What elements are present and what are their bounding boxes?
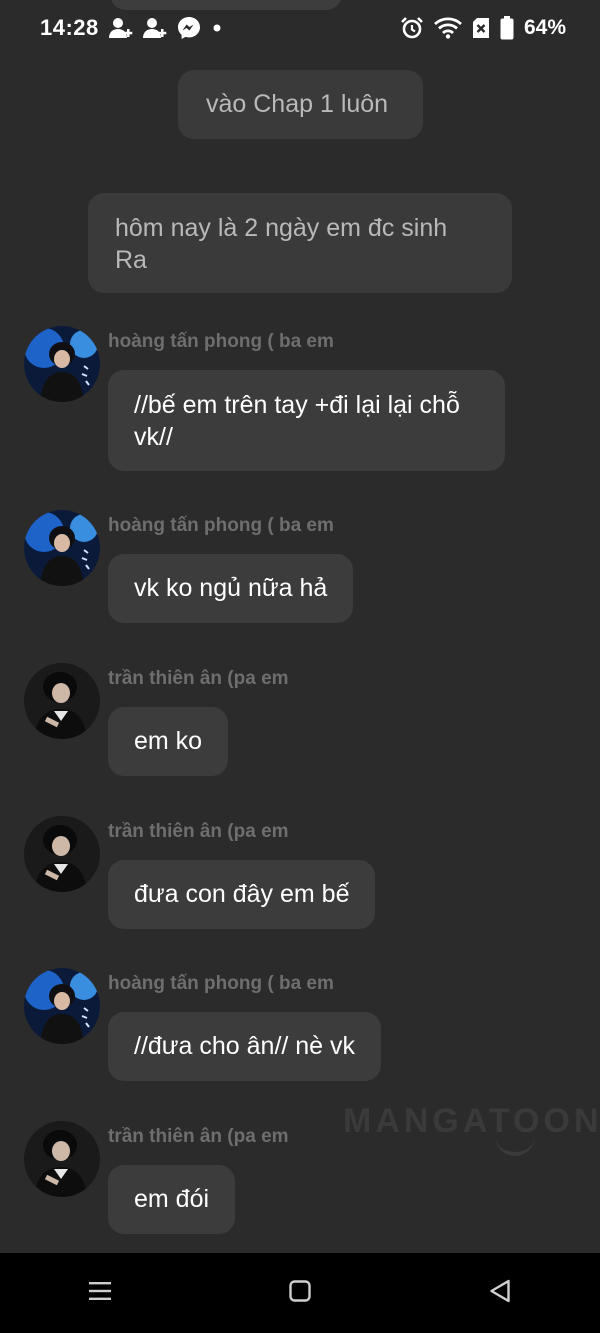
avatar[interactable] <box>24 1121 100 1197</box>
battery-percent: 64% <box>523 16 566 39</box>
message-bubble[interactable]: //bế em trên tay +đi lại lại chỗ vk// <box>108 370 505 471</box>
avatar[interactable] <box>24 326 100 402</box>
avatar[interactable] <box>24 510 100 586</box>
message-bubble[interactable]: //đưa cho ân// nè vk <box>108 1012 382 1081</box>
dot-icon <box>211 22 223 34</box>
sender-name: hoàng tấn phong ( ba em <box>108 331 334 352</box>
watermark-logo: MANGATOON <box>343 1102 600 1140</box>
avatar[interactable] <box>24 816 100 892</box>
message-bubble[interactable]: đưa con đây em bế <box>108 860 376 929</box>
avatar[interactable] <box>24 663 100 739</box>
narration-bubble: vào Chap 1 luôn <box>178 70 423 139</box>
sender-name: trần thiên ân (pa em <box>108 668 289 689</box>
avatar[interactable] <box>24 968 100 1044</box>
partial-bubble <box>110 0 342 10</box>
person-add-icon <box>142 17 167 39</box>
back-triangle-icon <box>489 1279 511 1308</box>
menu-icon <box>89 1281 111 1305</box>
messenger-icon <box>177 16 201 40</box>
person-add-icon <box>108 17 133 39</box>
wifi-icon <box>434 17 462 39</box>
message-bubble[interactable]: em đói <box>108 1165 236 1234</box>
navigation-bar <box>0 1253 600 1333</box>
home-button[interactable] <box>270 1263 330 1323</box>
status-left: 14:28 <box>40 15 223 41</box>
message-bubble[interactable]: em ko <box>108 707 229 776</box>
status-time: 14:28 <box>40 15 99 40</box>
status-right: 64% <box>400 16 566 40</box>
home-square-icon <box>289 1279 311 1307</box>
message-bubble[interactable]: vk ko ngủ nữa hả <box>108 554 354 623</box>
sender-name: hoàng tấn phong ( ba em <box>108 973 334 994</box>
battery-icon <box>500 16 514 40</box>
alarm-icon <box>400 16 424 40</box>
narration-bubble: hôm nay là 2 ngày em đc sinh Ra <box>88 193 512 293</box>
sender-name: trần thiên ân (pa em <box>108 1126 289 1147</box>
sender-name: hoàng tấn phong ( ba em <box>108 515 334 536</box>
watermark-smile-icon <box>495 1134 535 1156</box>
menu-button[interactable] <box>70 1263 130 1323</box>
sim-off-icon <box>472 17 490 39</box>
back-button[interactable] <box>470 1263 530 1323</box>
sender-name: trần thiên ân (pa em <box>108 821 289 842</box>
